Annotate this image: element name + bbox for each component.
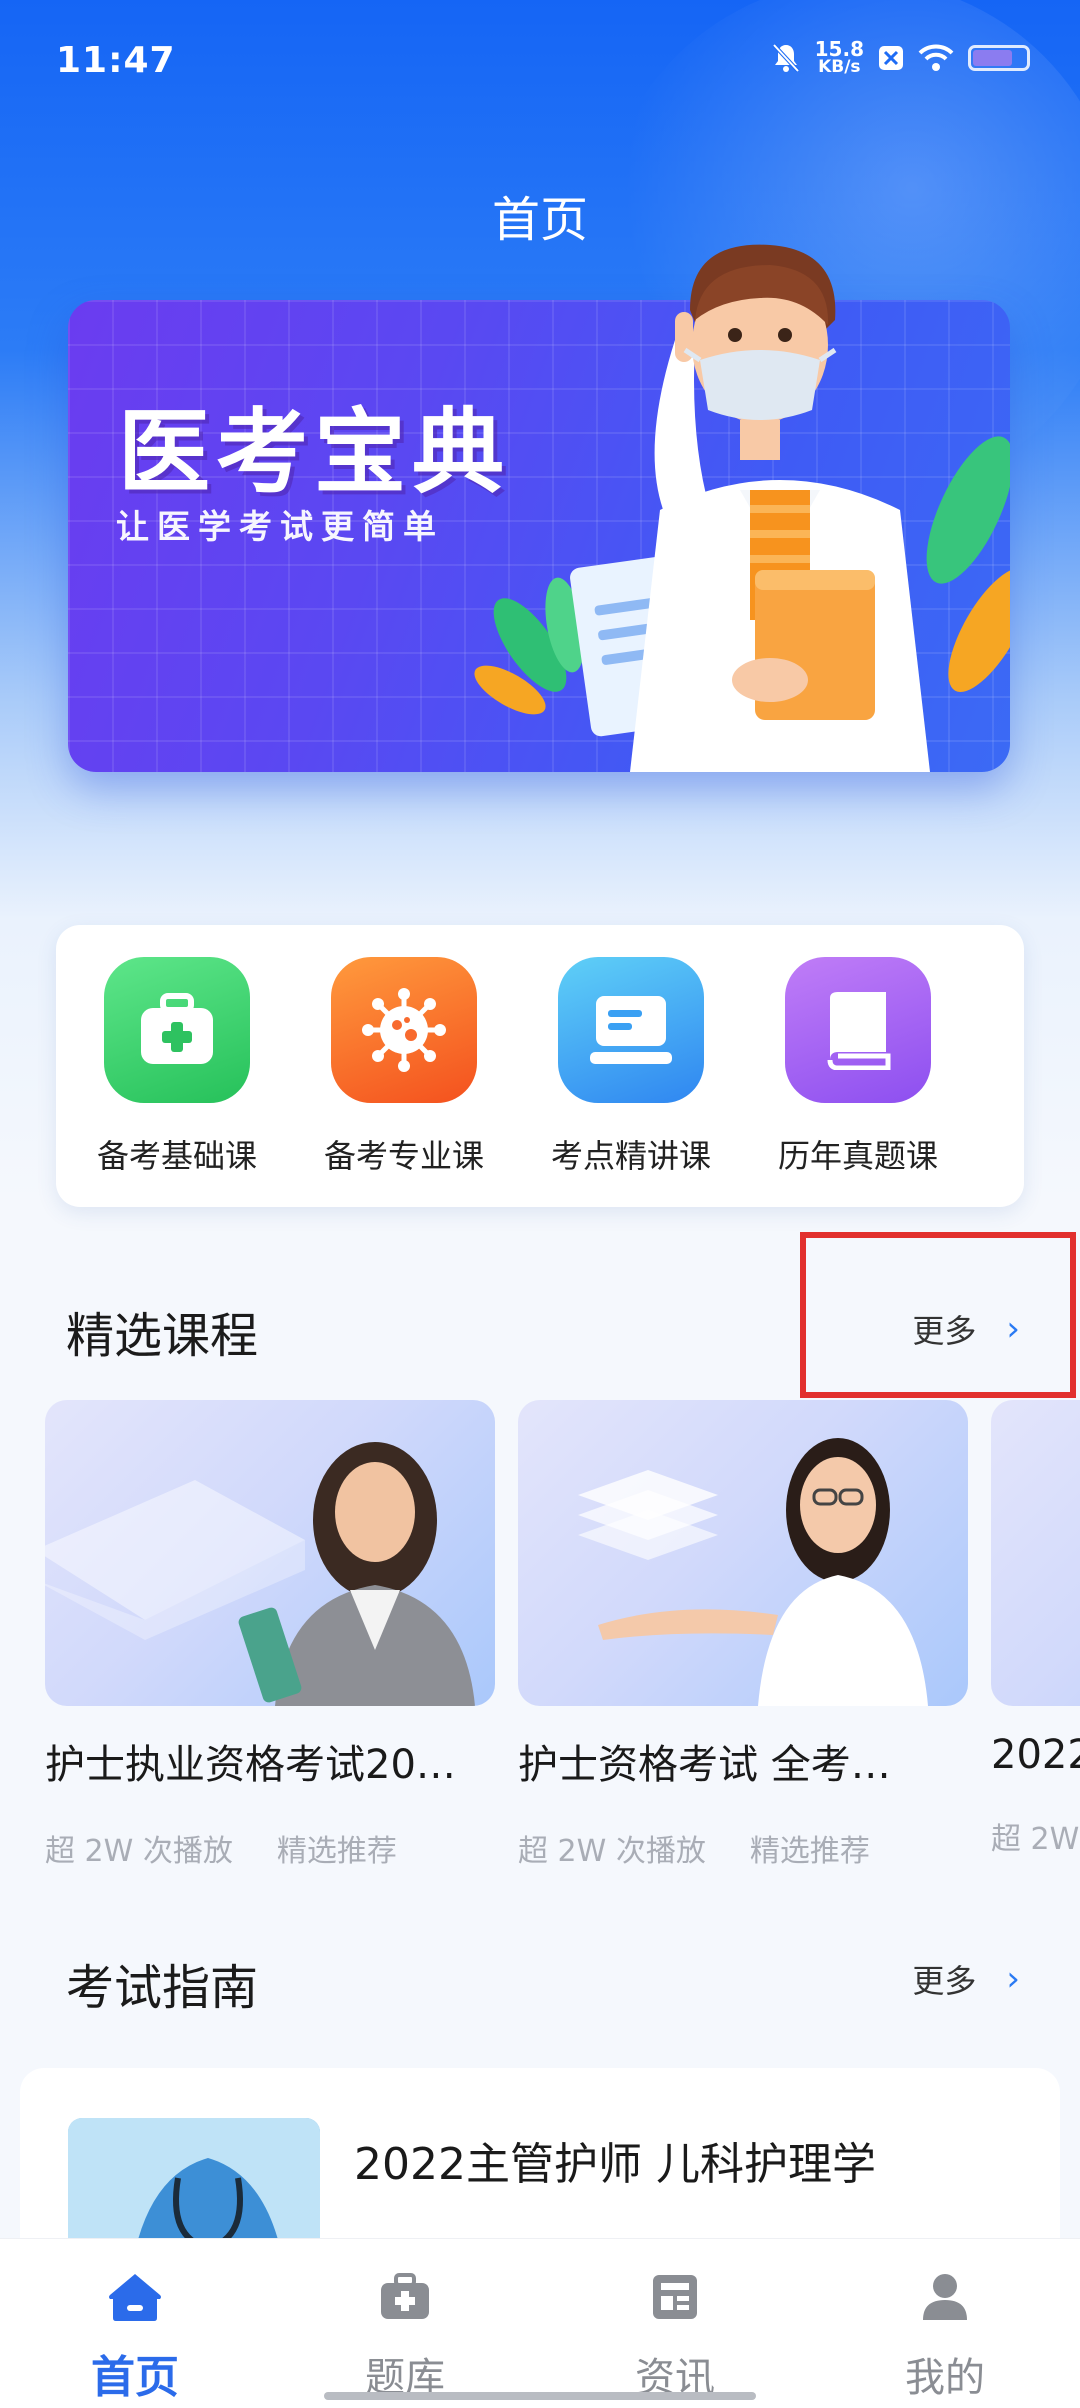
course-play-count: 超 2W	[991, 1822, 1080, 1857]
nav-news[interactable]: 资讯	[540, 2267, 810, 2403]
category-label: 历年真题课	[777, 1137, 938, 1175]
home-indicator	[324, 2392, 756, 2400]
status-icons: 15.8 KB/s	[771, 37, 1030, 77]
bottom-nav: 首页 题库 资讯 我的	[0, 2238, 1080, 2408]
category-basic-course[interactable]: 备考基础课	[64, 957, 290, 1177]
course-card[interactable]: 护士资格考试 全考… 超 2W 次播放 精选推荐	[518, 1400, 968, 1870]
course-play-count: 超 2W 次播放	[518, 1834, 706, 1869]
nav-profile[interactable]: 我的	[810, 2267, 1080, 2403]
course-title: 2022	[991, 1732, 1080, 1778]
course-thumbnail	[991, 1400, 1080, 1706]
category-label: 备考基础课	[96, 1137, 257, 1175]
course-title: 护士执业资格考试20…	[45, 1742, 456, 1788]
course-title: 护士资格考试 全考…	[518, 1742, 891, 1788]
medical-kit-icon	[104, 957, 250, 1103]
home-icon	[0, 2267, 270, 2327]
teacher-illustration	[578, 1438, 928, 1706]
wifi-icon	[918, 44, 954, 72]
monitor-icon	[558, 957, 704, 1103]
status-bar: 11:47 15.8 KB/s	[0, 0, 1080, 120]
page-title: 首页	[491, 192, 588, 248]
book-icon	[785, 957, 931, 1103]
section-title-guide: 考试指南	[66, 1960, 259, 2016]
status-time: 11:47	[56, 40, 176, 81]
course-thumbnail	[518, 1400, 968, 1706]
course-tag: 精选推荐	[276, 1834, 397, 1869]
category-past-exam-course[interactable]: 历年真题课	[745, 957, 971, 1177]
category-professional-course[interactable]: 备考专业课	[291, 957, 517, 1177]
course-play-count: 超 2W 次播放	[45, 1834, 233, 1869]
doctor-head-illustration	[683, 244, 837, 460]
category-label: 备考专业课	[323, 1137, 484, 1175]
chevron-right-icon: ›	[1006, 1959, 1020, 1999]
highlight-box	[800, 1232, 1076, 1398]
home-screen: 11:47 15.8 KB/s 首页 医考宝典 让医学考试更简单 备考基础课 备…	[0, 0, 1080, 2408]
section-title-featured: 精选课程	[66, 1308, 259, 1364]
nav-label: 我的	[905, 2355, 985, 2401]
teacher-illustration	[45, 1442, 475, 1706]
category-label: 考点精讲课	[550, 1137, 711, 1175]
nav-home[interactable]: 首页	[0, 2267, 270, 2405]
more-label: 更多	[912, 1962, 977, 2000]
guide-more-link[interactable]: 更多 ›	[912, 1956, 1020, 2002]
course-meta: 超 2W 次播放 精选推荐	[518, 1826, 968, 1870]
banner-subtitle: 让医学考试更简单	[116, 507, 444, 546]
course-meta: 超 2W	[991, 1814, 1080, 1858]
course-meta: 超 2W 次播放 精选推荐	[45, 1826, 495, 1870]
app-notification-icon	[878, 45, 904, 71]
course-card[interactable]: 护士执业资格考试20… 超 2W 次播放 精选推荐	[45, 1400, 495, 1870]
news-icon	[540, 2267, 810, 2327]
promo-banner[interactable]: 医考宝典 让医学考试更简单	[68, 300, 1010, 772]
guide-title: 2022主管护师 儿科护理学	[354, 2139, 876, 2190]
category-keypoint-course[interactable]: 考点精讲课	[518, 957, 744, 1177]
course-card[interactable]: 2022 超 2W	[991, 1400, 1080, 1858]
question-bank-icon	[270, 2267, 540, 2327]
network-speed: 15.8 KB/s	[814, 37, 864, 77]
profile-icon	[810, 2267, 1080, 2327]
nav-question-bank[interactable]: 题库	[270, 2267, 540, 2403]
category-card: 备考基础课 备考专业课 考点精讲课 历年真题课	[56, 925, 1024, 1207]
mute-bell-icon	[771, 42, 801, 74]
virus-icon	[331, 957, 477, 1103]
course-tag: 精选推荐	[749, 1834, 870, 1869]
course-thumbnail	[45, 1400, 495, 1706]
nav-label: 首页	[91, 2352, 179, 2403]
battery-icon	[968, 45, 1030, 71]
